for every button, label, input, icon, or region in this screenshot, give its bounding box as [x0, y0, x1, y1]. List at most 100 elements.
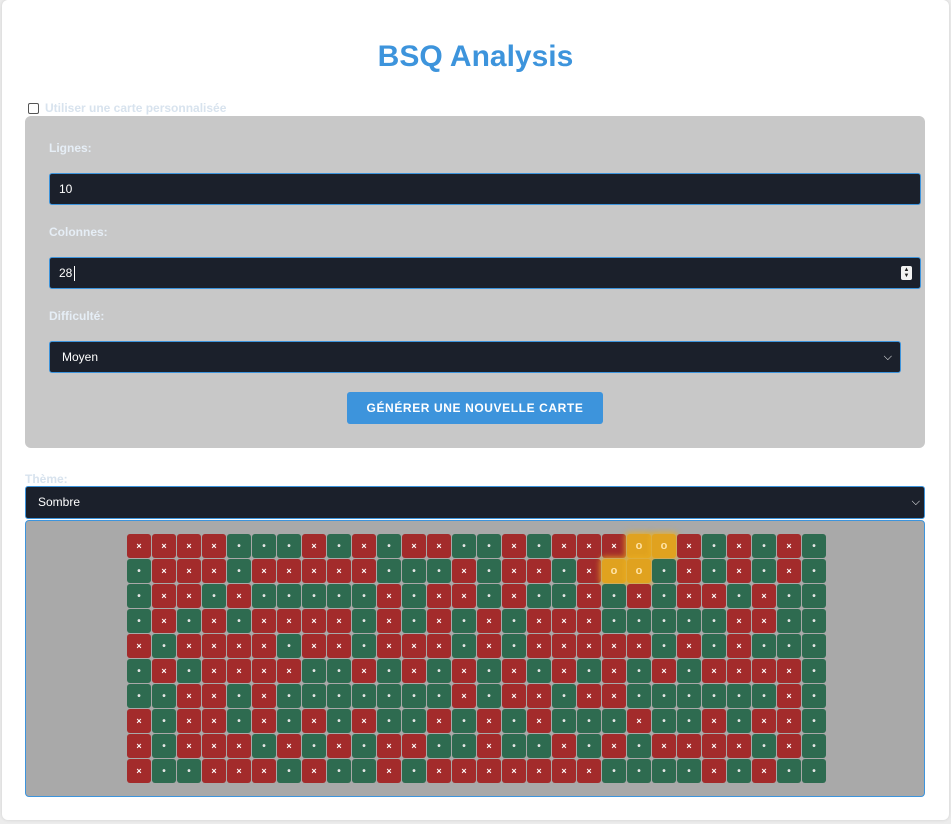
- map-cell-empty: •: [627, 659, 651, 683]
- map-cell-obstacle: ×: [577, 584, 601, 608]
- map-cell-empty: •: [752, 634, 776, 658]
- rows-input[interactable]: 10: [49, 173, 921, 205]
- map-cell-obstacle: ×: [152, 559, 176, 583]
- map-cell-empty: •: [552, 709, 576, 733]
- map-cell-empty: •: [777, 609, 801, 633]
- map-cell-obstacle: ×: [277, 559, 301, 583]
- cols-label: Colonnes:: [49, 225, 108, 239]
- map-cell-empty: •: [627, 759, 651, 783]
- map-cell-obstacle: ×: [452, 684, 476, 708]
- map-cell-empty: •: [527, 584, 551, 608]
- map-cell-obstacle: ×: [352, 659, 376, 683]
- map-cell-empty: •: [652, 684, 676, 708]
- map-cell-empty: •: [227, 534, 251, 558]
- map-cell-obstacle: ×: [277, 734, 301, 758]
- map-cell-obstacle: ×: [727, 659, 751, 683]
- map-cell-obstacle: ×: [752, 584, 776, 608]
- map-cell-obstacle: ×: [427, 584, 451, 608]
- map-cell-obstacle: ×: [502, 659, 526, 683]
- map-cell-square: o: [627, 534, 651, 558]
- generate-map-button[interactable]: GÉNÉRER UNE NOUVELLE CARTE: [347, 392, 603, 424]
- map-cell-obstacle: ×: [452, 584, 476, 608]
- map-cell-obstacle: ×: [577, 609, 601, 633]
- map-cell-obstacle: ×: [627, 634, 651, 658]
- map-cell-empty: •: [802, 759, 826, 783]
- map-cell-empty: •: [302, 684, 326, 708]
- map-cell-obstacle: ×: [402, 659, 426, 683]
- number-stepper[interactable]: ▲ ▼: [901, 266, 912, 280]
- map-cell-empty: •: [177, 609, 201, 633]
- map-cell-empty: •: [477, 534, 501, 558]
- map-cell-obstacle: ×: [602, 734, 626, 758]
- map-settings-panel: Lignes: 10 Colonnes: 28 ▲ ▼ Difficulté: M…: [25, 116, 925, 448]
- map-cell-obstacle: ×: [552, 759, 576, 783]
- map-cell-obstacle: ×: [752, 609, 776, 633]
- map-cell-obstacle: ×: [252, 684, 276, 708]
- map-cell-empty: •: [677, 759, 701, 783]
- cols-input[interactable]: 28 ▲ ▼: [49, 257, 921, 289]
- map-cell-empty: •: [352, 684, 376, 708]
- map-cell-obstacle: ×: [377, 584, 401, 608]
- map-cell-obstacle: ×: [302, 559, 326, 583]
- map-cell-empty: •: [327, 684, 351, 708]
- map-cell-obstacle: ×: [252, 759, 276, 783]
- map-cell-empty: •: [327, 659, 351, 683]
- map-cell-empty: •: [452, 734, 476, 758]
- map-cell-empty: •: [302, 659, 326, 683]
- map-cell-obstacle: ×: [577, 559, 601, 583]
- map-cell-empty: •: [277, 759, 301, 783]
- map-cell-empty: •: [627, 609, 651, 633]
- map-cell-obstacle: ×: [327, 734, 351, 758]
- difficulty-select[interactable]: Moyen ⌵: [49, 341, 901, 373]
- map-cell-square: o: [652, 534, 676, 558]
- map-cell-obstacle: ×: [302, 634, 326, 658]
- map-cell-obstacle: ×: [402, 634, 426, 658]
- theme-select[interactable]: Sombre ⌵: [25, 486, 925, 519]
- map-cell-obstacle: ×: [427, 609, 451, 633]
- map-cell-empty: •: [402, 709, 426, 733]
- map-cell-obstacle: ×: [202, 684, 226, 708]
- map-cell-obstacle: ×: [202, 559, 226, 583]
- map-cell-empty: •: [227, 559, 251, 583]
- map-cell-obstacle: ×: [152, 609, 176, 633]
- map-cell-empty: •: [677, 709, 701, 733]
- map-cell-obstacle: ×: [302, 759, 326, 783]
- map-cell-obstacle: ×: [452, 559, 476, 583]
- map-cell-empty: •: [452, 634, 476, 658]
- map-cell-obstacle: ×: [677, 634, 701, 658]
- custom-map-checkbox[interactable]: [28, 102, 39, 114]
- map-cell-obstacle: ×: [377, 759, 401, 783]
- map-cell-empty: •: [802, 609, 826, 633]
- map-cell-obstacle: ×: [127, 709, 151, 733]
- map-cell-empty: •: [477, 659, 501, 683]
- map-cell-obstacle: ×: [452, 759, 476, 783]
- map-cell-obstacle: ×: [427, 634, 451, 658]
- map-cell-empty: •: [677, 659, 701, 683]
- map-cell-obstacle: ×: [777, 534, 801, 558]
- map-cell-obstacle: ×: [477, 634, 501, 658]
- map-cell-empty: •: [327, 584, 351, 608]
- map-cell-empty: •: [802, 684, 826, 708]
- map-cell-obstacle: ×: [702, 759, 726, 783]
- chevron-down-icon: ⌵: [883, 351, 892, 363]
- map-cell-obstacle: ×: [127, 734, 151, 758]
- map-cell-obstacle: ×: [127, 534, 151, 558]
- map-cell-obstacle: ×: [727, 734, 751, 758]
- map-cell-obstacle: ×: [177, 709, 201, 733]
- custom-map-option[interactable]: Utiliser une carte personnalisée: [28, 101, 226, 115]
- map-cell-empty: •: [502, 734, 526, 758]
- map-cell-obstacle: ×: [652, 659, 676, 683]
- map-cell-obstacle: ×: [502, 534, 526, 558]
- map-cell-empty: •: [252, 534, 276, 558]
- map-cell-obstacle: ×: [377, 609, 401, 633]
- map-cell-empty: •: [602, 709, 626, 733]
- map-cell-empty: •: [502, 609, 526, 633]
- map-cell-obstacle: ×: [227, 584, 251, 608]
- map-cell-obstacle: ×: [177, 584, 201, 608]
- map-cell-obstacle: ×: [327, 609, 351, 633]
- map-cell-empty: •: [602, 584, 626, 608]
- map-cell-empty: •: [277, 634, 301, 658]
- map-cell-empty: •: [327, 534, 351, 558]
- app-container: BSQ Analysis Utiliser une carte personna…: [2, 0, 949, 820]
- map-cell-empty: •: [127, 584, 151, 608]
